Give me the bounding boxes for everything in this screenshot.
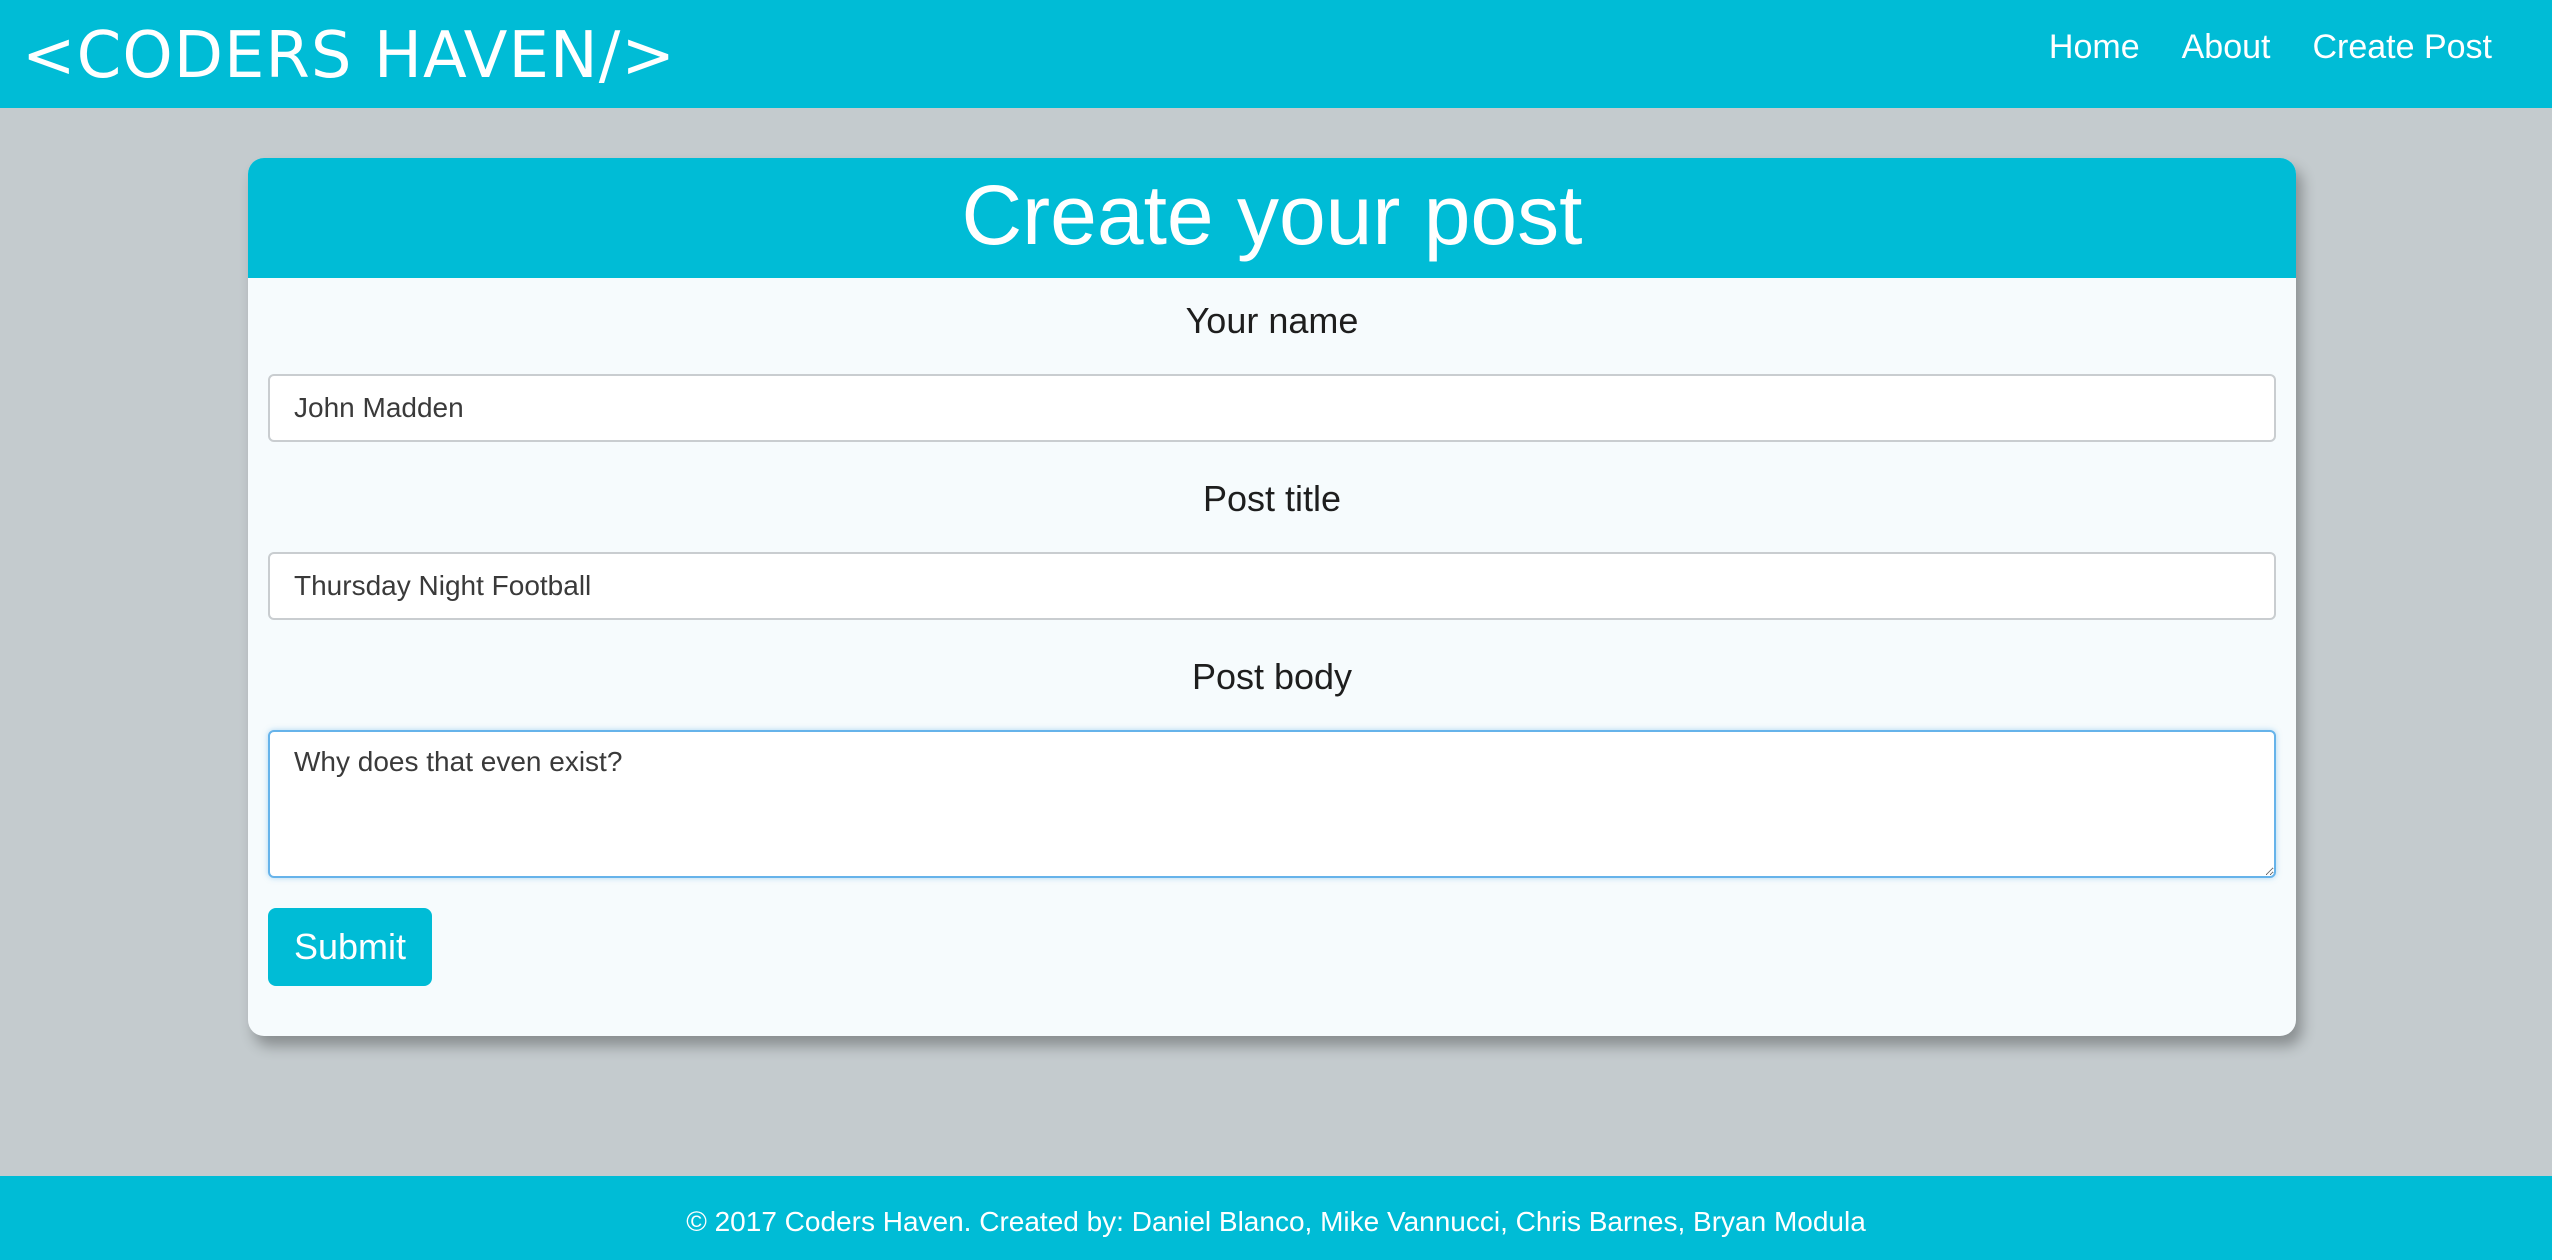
post-body-textarea[interactable]: Why does that even exist? xyxy=(268,730,2276,878)
nav-links: Home About Create Post xyxy=(2049,28,2492,67)
navbar: <CODERS HAVEN/> Home About Create Post xyxy=(0,0,2552,108)
post-title-input[interactable] xyxy=(268,552,2276,620)
submit-button[interactable]: Submit xyxy=(268,908,432,986)
post-title-label: Post title xyxy=(1202,478,1342,519)
nav-link-home[interactable]: Home xyxy=(2049,28,2140,67)
post-body-label: Post body xyxy=(1191,656,1353,697)
name-label: Your name xyxy=(1185,300,1359,341)
card-header: Create your post xyxy=(248,158,2296,278)
nav-link-create-post[interactable]: Create Post xyxy=(2312,28,2492,67)
brand-logo[interactable]: <CODERS HAVEN/> xyxy=(22,19,676,93)
create-post-card: Create your post Your name Post title Po… xyxy=(248,158,2296,1036)
page-title: Create your post xyxy=(961,168,1583,262)
name-input[interactable] xyxy=(268,374,2276,442)
footer-credits: © 2017 Coders Haven. Created by: Daniel … xyxy=(686,1206,1866,1237)
footer: © 2017 Coders Haven. Created by: Daniel … xyxy=(0,1176,2552,1260)
nav-link-about[interactable]: About xyxy=(2182,28,2271,67)
